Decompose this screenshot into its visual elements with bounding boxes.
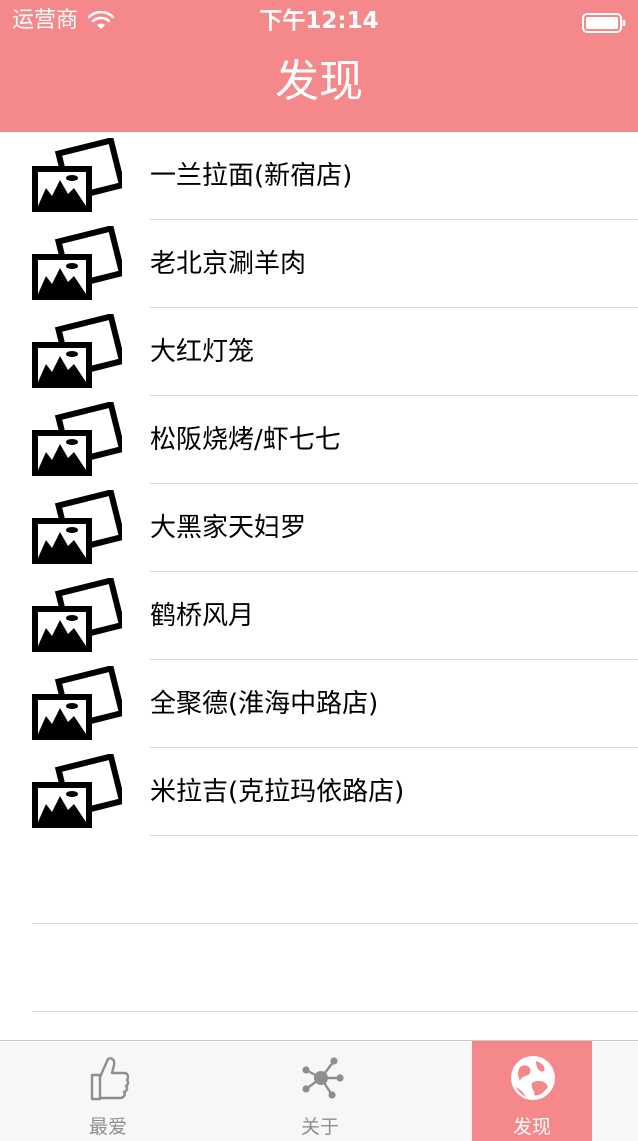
- status-bar: 运营商 下午12:14: [0, 0, 638, 40]
- item-label: 一兰拉面(新宿店): [150, 161, 353, 191]
- item-label: 大红灯笼: [150, 337, 255, 367]
- list-item[interactable]: 鹤桥风月: [0, 572, 638, 660]
- list-item[interactable]: 全聚德(淮海中路店): [0, 660, 638, 748]
- image-placeholder-icon: [32, 666, 122, 740]
- empty-row-divider: [32, 1011, 638, 1012]
- tab-discover[interactable]: 发现: [472, 1041, 592, 1141]
- list-item[interactable]: 松阪烧烤/虾七七: [0, 396, 638, 484]
- item-label: 大黑家天妇罗: [150, 513, 307, 543]
- item-label: 米拉吉(克拉玛依路店): [150, 777, 405, 807]
- image-placeholder-icon: [32, 754, 122, 828]
- image-placeholder-icon: [32, 226, 122, 300]
- list-item[interactable]: 大黑家天妇罗: [0, 484, 638, 572]
- item-label: 老北京涮羊肉: [150, 249, 307, 279]
- page-title: 发现: [275, 56, 363, 107]
- thumbs-up-icon: [90, 1057, 130, 1101]
- image-placeholder-icon: [32, 314, 122, 388]
- globe-icon: [511, 1056, 555, 1100]
- status-time: 下午12:14: [259, 8, 379, 34]
- tab-label: 最爱: [88, 1116, 127, 1138]
- restaurant-list: 一兰拉面(新宿店) 老北京涮羊肉 大红灯笼 松阪烧烤/虾七七 大黑家天妇罗 鹤桥…: [0, 132, 638, 836]
- network-icon: [302, 1057, 344, 1099]
- navigation-header: 运营商 下午12:14 发现: [0, 0, 638, 132]
- image-placeholder-icon: [32, 490, 122, 564]
- item-label: 松阪烧烤/虾七七: [150, 425, 341, 455]
- tab-label: 关于: [300, 1116, 339, 1138]
- list-item[interactable]: 一兰拉面(新宿店): [0, 132, 638, 220]
- tab-bar: 最爱 关于 发现: [0, 1040, 638, 1141]
- empty-row-divider: [32, 923, 638, 924]
- tab-favorites[interactable]: 最爱: [48, 1041, 168, 1141]
- list-item[interactable]: 大红灯笼: [0, 308, 638, 396]
- item-label: 全聚德(淮海中路店): [150, 689, 379, 719]
- list-item[interactable]: 老北京涮羊肉: [0, 220, 638, 308]
- image-placeholder-icon: [32, 402, 122, 476]
- list-item[interactable]: 米拉吉(克拉玛依路店): [0, 748, 638, 836]
- tab-about[interactable]: 关于: [260, 1041, 380, 1141]
- item-label: 鹤桥风月: [150, 601, 255, 631]
- battery-icon: [582, 13, 626, 33]
- row-divider: [150, 835, 638, 836]
- image-placeholder-icon: [32, 578, 122, 652]
- tab-label: 发现: [512, 1116, 551, 1138]
- image-placeholder-icon: [32, 138, 122, 212]
